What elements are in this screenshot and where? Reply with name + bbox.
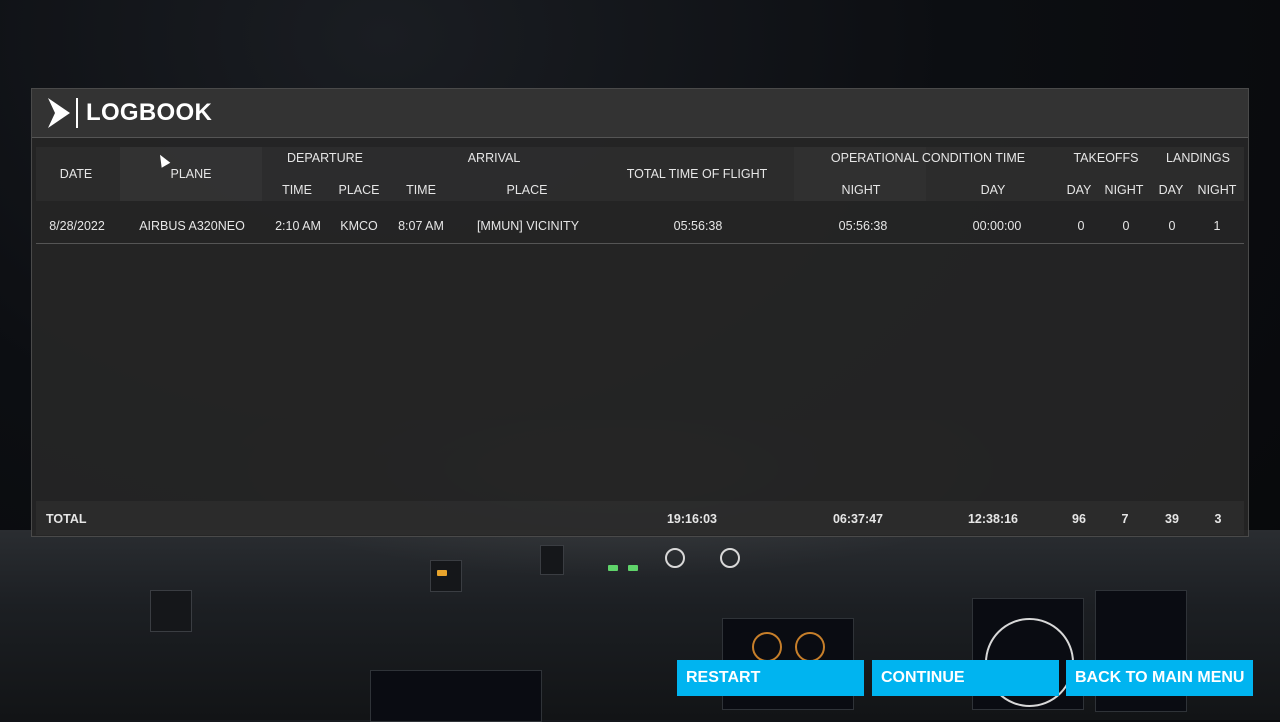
caution-light	[437, 570, 447, 576]
panel-switch	[150, 590, 192, 632]
header-landings: LANDINGS	[1166, 151, 1230, 165]
logbook-panel: LOGBOOK DATE PLANE DEPARTURE ARRIVAL TIM…	[31, 88, 1249, 537]
row-arr-time: 8:07 AM	[398, 219, 444, 233]
header-date: DATE	[59, 167, 93, 181]
total-takeoffs-day: 96	[1072, 512, 1086, 526]
header-arr-place: PLACE	[506, 183, 548, 197]
header-total-time: TOTAL TIME OF FLIGHT	[626, 167, 768, 181]
logbook-title: LOGBOOK	[86, 99, 213, 126]
total-label: TOTAL	[46, 512, 87, 526]
header-landings-day: DAY	[1158, 183, 1184, 197]
header-takeoffs-day: DAY	[1066, 183, 1092, 197]
total-day: 12:38:16	[967, 512, 1019, 526]
header-takeoffs: TAKEOFFS	[1073, 151, 1139, 165]
row-landings-day: 0	[1168, 219, 1176, 233]
master-caution-button	[430, 560, 462, 592]
header-op-day: DAY	[980, 183, 1006, 197]
panel-switch-2	[540, 545, 564, 575]
row-dep-place: KMCO	[340, 219, 378, 233]
header-dep-place: PLACE	[338, 183, 380, 197]
header-landings-night: NIGHT	[1197, 183, 1237, 197]
status-light-2	[628, 565, 638, 571]
header-arr-time: TIME	[406, 183, 436, 197]
row-arr-place: [MMUN] VICINITY	[476, 219, 580, 233]
engine-gauge-2	[795, 632, 825, 662]
selector-knob-2	[720, 548, 740, 568]
header-dep-time: TIME	[282, 183, 312, 197]
table-row[interactable]: 8/28/2022 AIRBUS A320NEO 2:10 AM KMCO 8:…	[36, 207, 1244, 244]
header-divider	[76, 98, 78, 128]
engine-gauge-1	[752, 632, 782, 662]
selector-knob-1	[665, 548, 685, 568]
header-op-night: NIGHT	[841, 183, 881, 197]
header-arrival: ARRIVAL	[467, 151, 521, 165]
status-light-1	[608, 565, 618, 571]
header-plane: PLANE	[170, 167, 212, 181]
row-landings-night: 1	[1213, 219, 1221, 233]
table-header: DATE PLANE DEPARTURE ARRIVAL TIME PLACE …	[36, 147, 1244, 201]
row-day: 00:00:00	[972, 219, 1022, 233]
row-night: 05:56:38	[838, 219, 888, 233]
header-op-condition: OPERATIONAL CONDITION TIME	[830, 151, 1026, 165]
total-takeoffs-night: 7	[1121, 512, 1129, 526]
header-departure: DEPARTURE	[287, 151, 363, 165]
total-flight-time: 19:16:03	[666, 512, 718, 526]
restart-button[interactable]: RESTART	[677, 660, 864, 696]
row-plane: AIRBUS A320NEO	[139, 219, 245, 233]
row-takeoffs-day: 0	[1077, 219, 1085, 233]
total-landings-day: 39	[1165, 512, 1179, 526]
total-landings-night: 3	[1214, 512, 1222, 526]
row-date: 8/28/2022	[49, 219, 105, 233]
row-takeoffs-night: 0	[1122, 219, 1130, 233]
total-night: 06:37:47	[832, 512, 884, 526]
total-row: TOTAL 19:16:03 06:37:47 12:38:16 96 7 39…	[36, 501, 1244, 535]
header-takeoffs-night: NIGHT	[1104, 183, 1144, 197]
continue-button[interactable]: CONTINUE	[872, 660, 1059, 696]
logbook-header: LOGBOOK	[32, 89, 1248, 138]
row-total-time: 05:56:38	[673, 219, 723, 233]
back-to-main-menu-button[interactable]: BACK TO MAIN MENU	[1066, 660, 1253, 696]
row-dep-time: 2:10 AM	[275, 219, 321, 233]
lower-display	[370, 670, 542, 722]
chevron-logo-icon	[48, 98, 70, 128]
